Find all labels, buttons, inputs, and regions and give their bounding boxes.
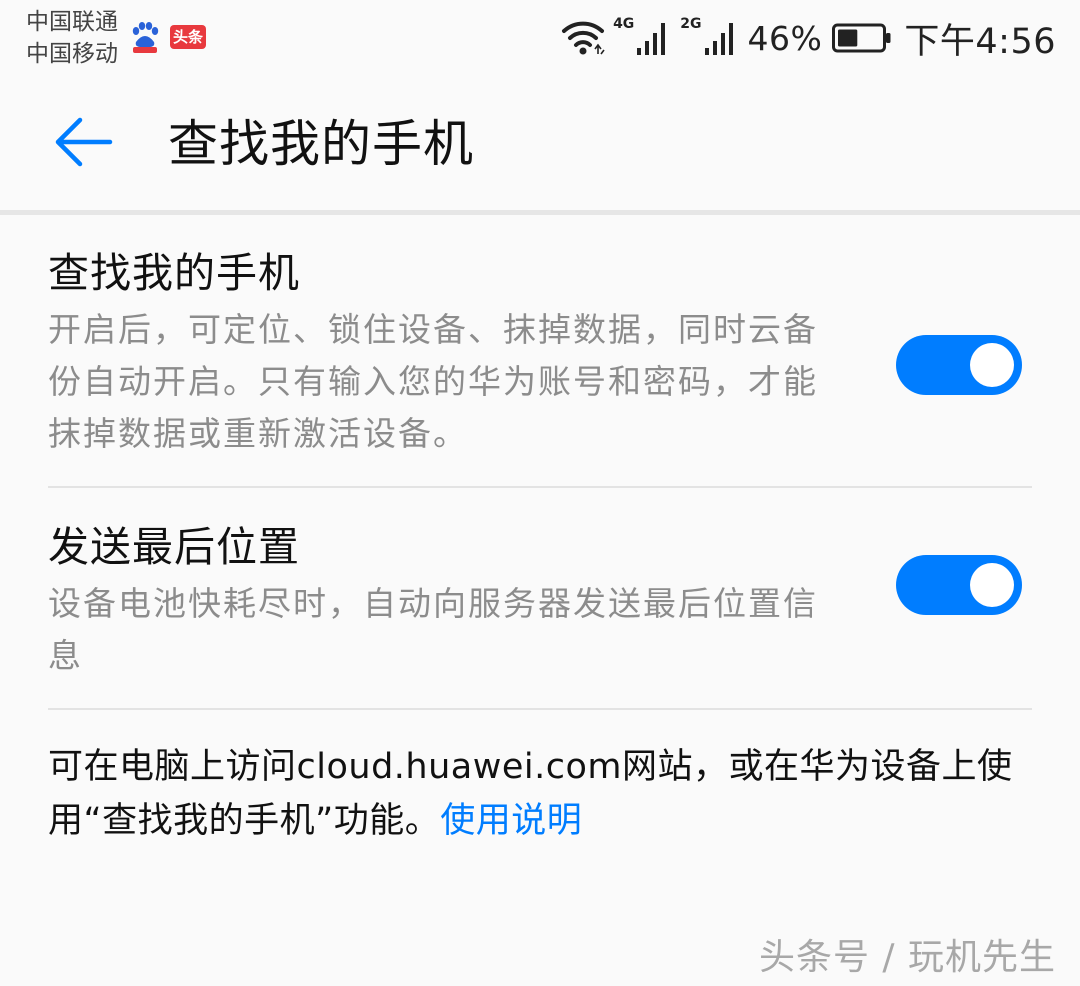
help-link[interactable]: 使用说明 — [440, 801, 582, 841]
divider — [48, 708, 1032, 710]
network-type-2: 2G — [680, 16, 702, 32]
watermark: 头条号 / 玩机先生 — [758, 937, 1056, 978]
setting-send-last-location: 发送最后位置 设备电池快耗尽时，自动向服务器发送最后位置信息 — [48, 522, 1032, 682]
wifi-icon — [562, 21, 605, 55]
divider — [48, 486, 1032, 488]
clock: 下午4:56 — [904, 21, 1056, 62]
carrier-1: 中国联通 — [26, 9, 118, 35]
carrier-labels: 中国联通 中国移动 — [26, 6, 118, 70]
signal-strength-icon — [704, 23, 733, 55]
page-title: 查找我的手机 — [168, 115, 474, 173]
carrier-2: 中国移动 — [26, 41, 118, 67]
setting-description: 设备电池快耗尽时，自动向服务器发送最后位置信息 — [48, 584, 818, 675]
setting-title: 发送最后位置 — [48, 523, 300, 571]
back-button[interactable] — [46, 106, 118, 178]
app-bar-divider — [0, 210, 1080, 215]
arrow-left-icon — [55, 117, 113, 167]
network-type-1: 4G — [613, 16, 635, 32]
toggle-knob — [970, 563, 1014, 607]
setting-title: 查找我的手机 — [48, 249, 300, 297]
battery-percent: 46% — [747, 18, 823, 58]
toggle-knob — [970, 343, 1014, 387]
status-bar: 中国联通 中国移动 头条 4G 2G 46% 下午4:56 — [0, 0, 1080, 76]
find-my-phone-toggle[interactable] — [896, 335, 1022, 395]
footer-note: 可在电脑上访问cloud.huawei.com网站，或在华为设备上使用“查找我的… — [48, 740, 1038, 848]
signal-strength-icon — [637, 23, 666, 55]
setting-find-my-phone: 查找我的手机 开启后，可定位、锁住设备、抹掉数据，同时云备份自动开启。只有输入您… — [48, 248, 1032, 460]
app-bar: 查找我的手机 — [0, 76, 1080, 210]
setting-description: 开启后，可定位、锁住设备、抹掉数据，同时云备份自动开启。只有输入您的华为账号和密… — [48, 310, 818, 453]
toutiao-app-icon: 头条 — [170, 25, 206, 49]
baidu-paw-icon — [132, 22, 159, 53]
status-indicators: 4G 2G 46% 下午4:56 — [561, 14, 1056, 62]
battery-icon — [832, 23, 891, 53]
send-last-location-toggle[interactable] — [896, 555, 1022, 615]
